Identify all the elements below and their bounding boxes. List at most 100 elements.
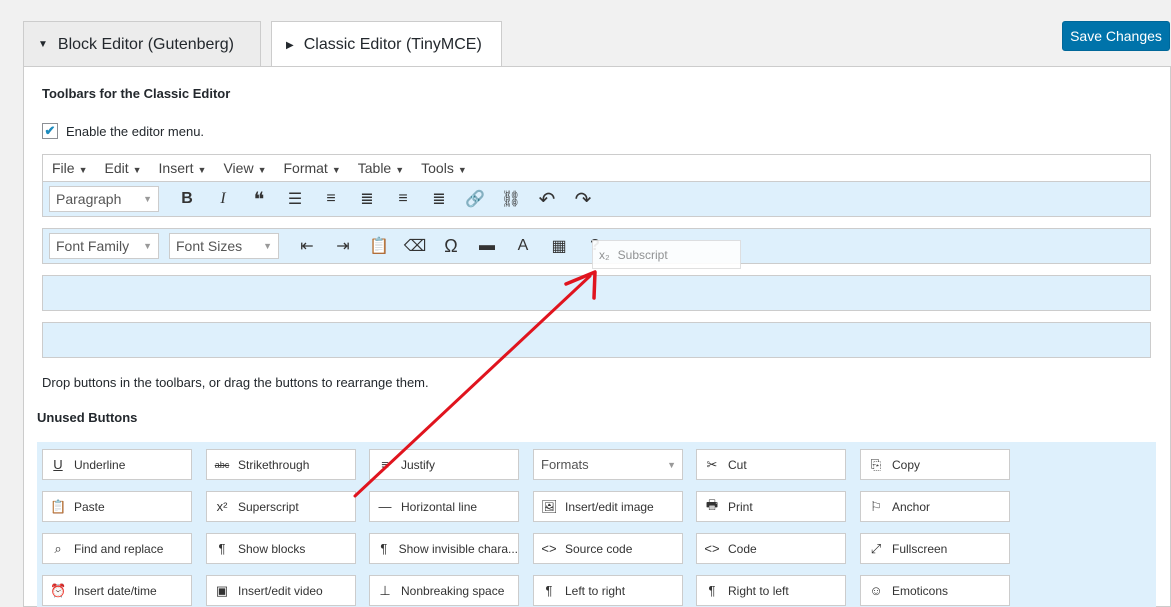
menu-file[interactable]: File ▼: [52, 160, 87, 176]
toolbar-4[interactable]: [42, 322, 1151, 358]
button-label: Copy: [892, 457, 921, 472]
section-title: Toolbars for the Classic Editor: [42, 86, 231, 101]
select-value: Font Sizes: [176, 238, 243, 254]
button-label: Insert/edit image: [565, 499, 654, 514]
print-icon: 🖶: [705, 496, 719, 512]
button-label: Justify: [401, 457, 436, 472]
button-label: Left to right: [565, 583, 626, 598]
chevron-down-icon: ▼: [667, 459, 676, 470]
tab-label: Block Editor (Gutenberg): [57, 35, 234, 53]
numbered-list-icon[interactable]: ≡: [313, 185, 349, 213]
tab-classic-editor[interactable]: ▶ Classic Editor (TinyMCE): [271, 21, 502, 68]
chevron-down-icon: ▼: [143, 194, 152, 204]
underline-icon: U: [53, 457, 63, 472]
menu-insert[interactable]: Insert ▼: [159, 160, 207, 176]
binoculars-icon: ⌕: [54, 540, 62, 556]
italic-icon[interactable]: I: [205, 185, 241, 213]
toolbar-1[interactable]: Paragraph ▼ B I ❝ ☰ ≡ ≣ ≡ ≣ 🔗 ⛓ ↶ ↷: [42, 181, 1151, 217]
show-blocks-button[interactable]: ¶ Show blocks: [206, 533, 356, 564]
formats-select[interactable]: Formats ▼: [533, 449, 683, 480]
superscript-button[interactable]: x² Superscript: [206, 491, 356, 522]
dragged-subscript-button[interactable]: x₂ Subscript: [592, 240, 741, 269]
select-value: Formats: [541, 457, 589, 472]
button-label: Fullscreen: [892, 541, 948, 556]
indent-icon[interactable]: ⇥: [325, 232, 361, 260]
button-label: Right to left: [728, 583, 789, 598]
button-label: Source code: [565, 541, 633, 556]
button-label: Insert date/time: [74, 583, 157, 598]
toolbar-3[interactable]: [42, 275, 1151, 311]
justify-button[interactable]: ≡ Justify: [369, 449, 519, 480]
show-invisible-chars-button[interactable]: ¶ Show invisible chara...: [369, 533, 519, 564]
fullscreen-icon: ⤢: [870, 540, 882, 556]
button-label: Nonbreaking space: [401, 583, 505, 598]
horizontal-line-button[interactable]: — Horizontal line: [369, 491, 519, 522]
left-to-right-button[interactable]: ¶ Left to right: [533, 575, 683, 606]
strikethrough-icon: abc: [214, 459, 230, 470]
button-label: Horizontal line: [401, 499, 478, 514]
button-label: Underline: [74, 457, 126, 472]
cut-button[interactable]: ✂ Cut: [696, 449, 846, 480]
insert-image-button[interactable]: 🖼 Insert/edit image: [533, 491, 683, 522]
outdent-icon[interactable]: ⇤: [289, 232, 325, 260]
image-icon: 🖼: [541, 498, 558, 514]
emoticons-button[interactable]: ☺ Emoticons: [860, 575, 1010, 606]
menu-table[interactable]: Table ▼: [358, 160, 404, 176]
enable-menu-checkbox[interactable]: ✔: [42, 123, 58, 139]
nonbreaking-space-icon: ⊥: [379, 582, 391, 598]
text-color-icon[interactable]: A: [505, 232, 541, 260]
special-character-icon[interactable]: Ω: [433, 232, 469, 260]
copy-button[interactable]: ⎘ Copy: [860, 449, 1010, 480]
tab-block-editor[interactable]: ▼ Block Editor (Gutenberg): [23, 21, 261, 67]
collapse-arrow-icon: ▼: [38, 39, 48, 50]
menu-edit[interactable]: Edit ▼: [104, 160, 141, 176]
menu-view[interactable]: View ▼: [223, 160, 266, 176]
code-button[interactable]: <> Code: [696, 533, 846, 564]
font-family-select[interactable]: Font Family ▼: [49, 233, 159, 259]
read-more-icon[interactable]: ▬: [469, 232, 505, 260]
button-label: Print: [728, 499, 753, 514]
redo-icon[interactable]: ↷: [565, 185, 601, 213]
smiley-icon: ☺: [869, 583, 883, 598]
font-sizes-select[interactable]: Font Sizes ▼: [169, 233, 279, 259]
paragraph-select[interactable]: Paragraph ▼: [49, 186, 159, 212]
bold-icon[interactable]: B: [169, 185, 205, 213]
anchor-button[interactable]: ⚐ Anchor: [860, 491, 1010, 522]
source-code-button[interactable]: <> Source code: [533, 533, 683, 564]
undo-icon[interactable]: ↶: [529, 185, 565, 213]
insert-datetime-button[interactable]: ⏰ Insert date/time: [42, 575, 192, 606]
align-left-icon[interactable]: ≣: [349, 185, 385, 213]
bullet-list-icon[interactable]: ☰: [277, 185, 313, 213]
superscript-icon: x²: [216, 499, 228, 514]
unlink-icon[interactable]: ⛓: [493, 185, 529, 213]
fullscreen-button[interactable]: ⤢ Fullscreen: [860, 533, 1010, 564]
button-label: Insert/edit video: [238, 583, 323, 598]
blockquote-icon[interactable]: ❝: [241, 185, 277, 213]
ltr-icon: ¶: [545, 583, 553, 598]
align-right-icon[interactable]: ≣: [421, 185, 457, 213]
right-to-left-button[interactable]: ¶ Right to left: [696, 575, 846, 606]
tab-label: Classic Editor (TinyMCE): [303, 36, 482, 53]
menu-tools[interactable]: Tools ▼: [421, 160, 467, 176]
clear-formatting-icon[interactable]: ⌫: [397, 232, 433, 260]
button-label: Show invisible chara...: [398, 541, 518, 556]
insert-video-button[interactable]: ▣ Insert/edit video: [206, 575, 356, 606]
editor-menubar: File ▼ Edit ▼ Insert ▼ View ▼ Format ▼ Table ▼…: [42, 154, 1151, 182]
strikethrough-button[interactable]: abc Strikethrough: [206, 449, 356, 480]
rtl-icon: ¶: [708, 583, 716, 598]
paste-text-icon[interactable]: 📋: [361, 232, 397, 260]
code-icon: <>: [541, 541, 557, 556]
underline-button[interactable]: U Underline: [42, 449, 192, 480]
nonbreaking-space-button[interactable]: ⊥ Nonbreaking space: [369, 575, 519, 606]
menu-format[interactable]: Format ▼: [283, 160, 340, 176]
find-replace-button[interactable]: ⌕ Find and replace: [42, 533, 192, 564]
print-button[interactable]: 🖶 Print: [696, 491, 846, 522]
enable-menu-row: ✔ Enable the editor menu.: [42, 123, 204, 139]
link-icon[interactable]: 🔗: [457, 185, 493, 213]
select-value: Paragraph: [56, 191, 122, 207]
table-icon[interactable]: ▦: [541, 232, 577, 260]
align-center-icon[interactable]: ≡: [385, 185, 421, 213]
save-changes-button[interactable]: Save Changes: [1062, 21, 1170, 51]
toolbar-hint: Drop buttons in the toolbars, or drag th…: [42, 375, 429, 390]
paste-button[interactable]: 📋 Paste: [42, 491, 192, 522]
